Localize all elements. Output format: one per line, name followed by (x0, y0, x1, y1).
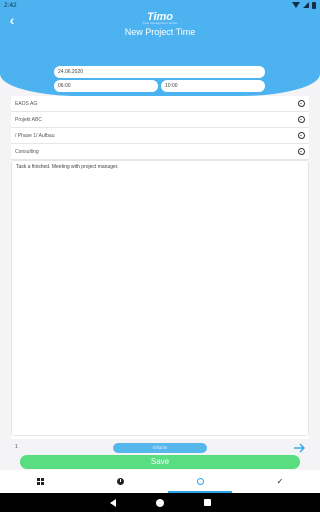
tab-time[interactable] (80, 470, 160, 493)
status-icons (292, 1, 316, 9)
form-card: EAOS AG Projekt ABC / Phase 1/ Aufbau Co… (11, 96, 309, 439)
start-time-field[interactable]: 06:00 (54, 80, 158, 92)
page-title: New Project Time (124, 27, 196, 37)
check-icon: ✓ (276, 477, 284, 486)
wifi-icon (292, 2, 300, 8)
tab-timer[interactable] (160, 470, 240, 493)
end-time-field[interactable]: 10:00 (161, 80, 265, 92)
clock-icon (116, 478, 124, 485)
nav-back-icon[interactable] (109, 498, 116, 507)
chevron-down-icon (298, 132, 305, 139)
status-bar: 2:42 (0, 0, 320, 10)
tab-dashboard[interactable] (0, 470, 80, 493)
activity-select[interactable]: Consulting (11, 144, 309, 160)
tab-approvals[interactable]: ✓ (240, 470, 320, 493)
phase-select-label: / Phase 1/ Aufbau (15, 132, 55, 139)
app-logo-tagline: Time management online (142, 22, 178, 25)
grid-icon (36, 478, 44, 485)
arrow-right-icon[interactable] (292, 441, 306, 455)
note-textarea[interactable]: Task a finished. Meeting with project ma… (11, 160, 309, 436)
bottom-tab-bar: ✓ (0, 470, 320, 493)
activity-select-label: Consulting (15, 148, 39, 155)
footer-row: 1 Billable (11, 441, 309, 455)
chevron-down-icon (298, 116, 305, 123)
date-field[interactable]: 24.06.2020 (54, 66, 265, 78)
status-time: 2:42 (4, 1, 17, 9)
system-nav-bar (0, 493, 320, 512)
phase-select[interactable]: / Phase 1/ Aufbau (11, 128, 309, 144)
nav-recents-icon[interactable] (203, 499, 211, 506)
customer-select[interactable]: EAOS AG (11, 96, 309, 112)
header: ‹ Timo Time management online New Projec… (0, 10, 320, 96)
billable-toggle[interactable]: Billable (113, 443, 207, 453)
signal-icon (303, 2, 309, 8)
project-select[interactable]: Projekt ABC (11, 112, 309, 128)
project-select-label: Projekt ABC (15, 116, 42, 123)
nav-home-icon[interactable] (155, 498, 164, 507)
entry-count: 1 (15, 444, 18, 450)
timer-icon (196, 478, 204, 485)
chevron-down-icon (298, 148, 305, 155)
save-button[interactable]: Save (20, 455, 300, 469)
customer-select-label: EAOS AG (15, 100, 38, 107)
battery-icon (312, 1, 316, 9)
chevron-down-icon (298, 100, 305, 107)
